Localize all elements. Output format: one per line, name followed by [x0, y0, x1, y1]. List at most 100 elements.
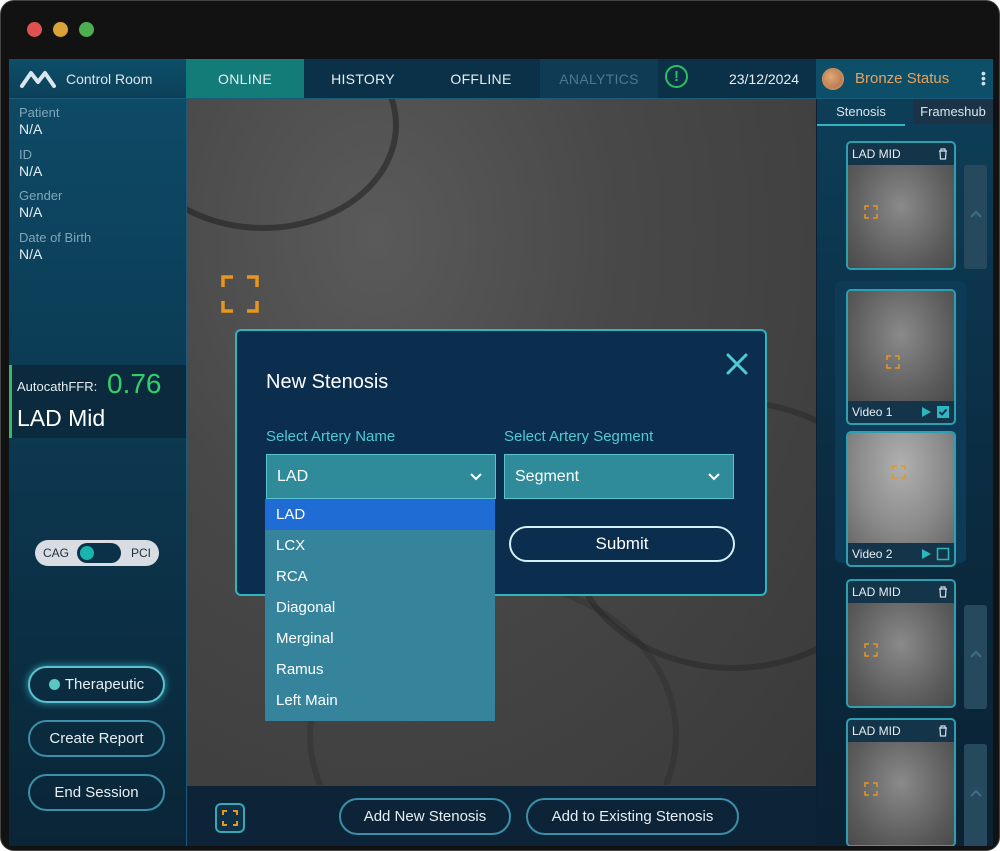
chevron-down-icon	[470, 473, 482, 481]
minimize-window-dot[interactable]	[53, 22, 68, 37]
dropdown-option[interactable]: Diagonal	[265, 592, 495, 623]
alert-icon[interactable]: !	[665, 65, 688, 88]
video-card[interactable]: Video 1	[846, 289, 956, 425]
stenosis-card[interactable]: LAD MID	[846, 579, 956, 708]
logo-icon	[20, 70, 56, 88]
roi-bracket-icon	[864, 205, 878, 219]
artery-segment-select[interactable]: Segment	[504, 454, 734, 499]
trash-icon[interactable]	[938, 586, 948, 598]
chevron-up-icon	[970, 650, 982, 658]
video-card[interactable]: Video 2	[846, 431, 956, 567]
tab-history[interactable]: HISTORY	[304, 59, 422, 98]
dob-value: N/A	[19, 246, 43, 262]
add-to-existing-stenosis-button[interactable]: Add to Existing Stenosis	[526, 798, 739, 835]
dropdown-option[interactable]: Ramus	[265, 654, 495, 685]
close-window-dot[interactable]	[27, 22, 42, 37]
video-caption: Video 1	[852, 405, 893, 419]
more-menu-icon[interactable]: • • •	[981, 66, 986, 90]
app-window: Control Room ONLINE HISTORY OFFLINE ANAL…	[0, 0, 1000, 851]
card-footer: Video 2	[848, 543, 954, 565]
roi-bracket-icon	[886, 355, 900, 369]
tab-frameshub[interactable]: Frameshub	[913, 99, 993, 124]
stenosis-card[interactable]: LAD MID	[846, 141, 956, 270]
artery-name-label: Select Artery Name	[266, 428, 396, 445]
segment-select-value: Segment	[515, 467, 580, 485]
trash-icon[interactable]	[938, 148, 948, 160]
toggle-knob[interactable]	[80, 546, 94, 560]
checkbox-checked-icon[interactable]	[936, 405, 950, 419]
brand-title: Control Room	[66, 70, 153, 87]
artery-select-value: LAD	[277, 467, 309, 485]
app-root: Control Room ONLINE HISTORY OFFLINE ANAL…	[9, 59, 993, 846]
tab-online[interactable]: ONLINE	[186, 59, 304, 98]
card-header: LAD MID	[848, 720, 954, 742]
card-header: LAD MID	[848, 143, 954, 165]
add-new-stenosis-button[interactable]: Add New Stenosis	[339, 798, 511, 835]
ffr-artery: LAD Mid	[17, 405, 106, 431]
toggle-right-label: PCI	[131, 546, 152, 560]
trash-icon[interactable]	[938, 725, 948, 737]
top-nav: Control Room ONLINE HISTORY OFFLINE ANAL…	[9, 59, 993, 99]
play-icon[interactable]	[920, 406, 932, 418]
chevron-up-icon	[970, 789, 982, 797]
roi-bracket-icon[interactable]	[221, 275, 259, 313]
therapeutic-button[interactable]: Therapeutic	[28, 666, 165, 703]
chevron-down-icon	[708, 473, 720, 481]
end-session-button[interactable]: End Session	[28, 774, 165, 811]
stenosis-card[interactable]: LAD MID	[846, 718, 956, 846]
roi-bracket-icon	[864, 643, 878, 657]
frame-thumbnail	[848, 433, 954, 543]
scroll-up-button[interactable]	[964, 605, 987, 709]
dropdown-option[interactable]: Merginal	[265, 623, 495, 654]
close-icon[interactable]	[724, 351, 750, 377]
cag-pci-toggle[interactable]: CAG PCI	[35, 540, 159, 566]
status-badge[interactable]: Bronze Status • • •	[816, 59, 993, 98]
video-caption: Video 2	[852, 547, 893, 561]
patient-label: Patient	[19, 105, 60, 120]
brand[interactable]: Control Room	[9, 59, 186, 98]
tab-stenosis[interactable]: Stenosis	[817, 99, 905, 126]
roi-bracket-icon	[892, 465, 906, 479]
submit-button[interactable]: Submit	[509, 526, 735, 562]
gender-label: Gender	[19, 188, 63, 203]
card-footer: Video 1	[848, 401, 954, 423]
patient-value: N/A	[19, 121, 43, 137]
scroll-up-button[interactable]	[964, 165, 987, 269]
vessel-shadow	[187, 99, 399, 231]
card-header: LAD MID	[848, 581, 954, 603]
artery-name-select[interactable]: LAD	[266, 454, 496, 499]
artery-name-dropdown: LAD LCX RCA Diagonal Merginal Ramus Left…	[265, 499, 495, 721]
dropdown-option[interactable]: RCA	[265, 561, 495, 592]
dropdown-option[interactable]: LCX	[265, 530, 495, 561]
viewer-toolbar: Add New Stenosis Add to Existing Stenosi…	[187, 785, 816, 846]
card-title: LAD MID	[852, 585, 901, 599]
dropdown-option[interactable]: Left Main	[265, 685, 495, 716]
patient-sidebar: Patient N/A ID N/A Gender N/A Date of Bi…	[9, 99, 187, 846]
checkbox-icon[interactable]	[936, 547, 950, 561]
tab-offline[interactable]: OFFLINE	[422, 59, 540, 98]
fullscreen-icon	[222, 810, 238, 826]
scroll-up-button[interactable]	[964, 744, 987, 846]
chevron-up-icon	[970, 210, 982, 218]
dropdown-option[interactable]: LAD	[265, 499, 495, 530]
id-label: ID	[19, 147, 32, 162]
frame-thumbnail	[848, 603, 954, 706]
card-title: LAD MID	[852, 724, 901, 738]
ffr-panel: AutocathFFR: 0.76 LAD Mid	[9, 365, 186, 438]
tab-analytics[interactable]: ANALYTICS	[540, 59, 658, 98]
toggle-track[interactable]	[77, 543, 121, 563]
status-led-icon	[48, 679, 60, 690]
id-value: N/A	[19, 163, 43, 179]
ffr-value: 0.76	[107, 368, 162, 399]
zoom-window-dot[interactable]	[79, 22, 94, 37]
toggle-left-label: CAG	[43, 546, 70, 560]
ffr-label: AutocathFFR:	[17, 379, 98, 394]
session-date: 23/12/2024	[728, 70, 800, 87]
play-icon[interactable]	[920, 548, 932, 560]
create-report-button[interactable]: Create Report	[28, 720, 165, 757]
dialog-title: New Stenosis	[266, 371, 389, 393]
gender-value: N/A	[19, 204, 43, 220]
roi-bracket-icon	[864, 782, 878, 796]
fullscreen-button[interactable]	[215, 803, 245, 833]
therapeutic-label: Therapeutic	[64, 676, 145, 693]
